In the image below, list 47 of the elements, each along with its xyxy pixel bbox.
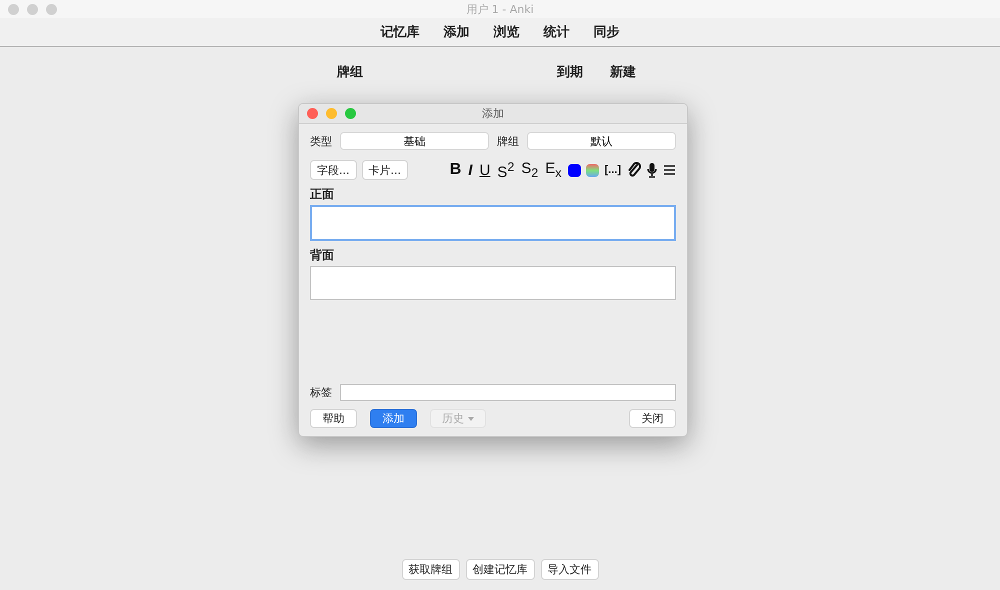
field-label: 正面	[310, 186, 335, 203]
paperclip-icon[interactable]	[627, 162, 641, 178]
toolbar-link[interactable]: 同步	[594, 23, 620, 41]
toolbar-link[interactable]: 添加	[444, 23, 470, 41]
subscript-button[interactable]: S$_{2}$	[520, 160, 540, 180]
underline-button[interactable]: U	[478, 162, 492, 178]
bold-button[interactable]: B	[448, 162, 462, 178]
type-label: 类型	[310, 134, 332, 148]
deck-dropdown[interactable]: 默认	[527, 132, 676, 150]
action-button[interactable]: 导入文件	[540, 559, 598, 580]
caret-icon	[468, 416, 474, 420]
minimize-icon[interactable]	[27, 4, 38, 14]
toolbar-link[interactable]: 浏览	[494, 23, 520, 41]
clear-button[interactable]: E$_{x}$	[544, 160, 562, 180]
editor-button[interactable]: 卡片...	[362, 160, 408, 180]
text-field[interactable]	[310, 266, 676, 300]
zoom-icon[interactable]	[46, 4, 57, 14]
column-header: 牌组	[337, 64, 363, 81]
action-button[interactable]: 获取牌组	[402, 559, 460, 580]
minimize-icon[interactable]	[326, 108, 337, 119]
tags-label: 标签	[310, 385, 332, 400]
italic-button[interactable]: I	[467, 162, 474, 178]
column-header: 到期	[557, 64, 583, 81]
type-dropdown[interactable]: 基础	[340, 132, 489, 150]
close-icon[interactable]	[8, 4, 19, 14]
window-title: 用户 1 - Anki	[466, 2, 534, 16]
dialog-button[interactable]: 添加	[370, 409, 417, 428]
tags-field[interactable]	[340, 384, 676, 401]
menu-icon[interactable]	[663, 164, 676, 176]
action-button[interactable]: 创建记忆库	[466, 559, 534, 580]
zoom-icon[interactable]	[345, 108, 356, 119]
deck-label: 牌组	[497, 134, 519, 148]
dialog-title: 添加	[482, 106, 504, 121]
dialog-button[interactable]: 关闭	[629, 409, 676, 428]
text-field[interactable]	[310, 205, 676, 241]
superscript-button[interactable]: S$^{2}$	[496, 160, 516, 180]
cloze-button[interactable]: [...]	[604, 164, 622, 176]
text-color-icon[interactable]	[568, 164, 580, 176]
toolbar-link[interactable]: 记忆库	[380, 23, 420, 41]
close-icon[interactable]	[307, 108, 318, 119]
field-label: 背面	[310, 247, 335, 264]
editor-button[interactable]: 字段...	[310, 160, 356, 180]
dialog-button[interactable]: 帮助	[310, 409, 357, 428]
toolbar-link[interactable]: 统计	[544, 23, 570, 41]
microphone-icon[interactable]	[646, 162, 658, 178]
column-header: 新建	[610, 64, 636, 81]
highlight-color-icon[interactable]	[586, 164, 598, 176]
